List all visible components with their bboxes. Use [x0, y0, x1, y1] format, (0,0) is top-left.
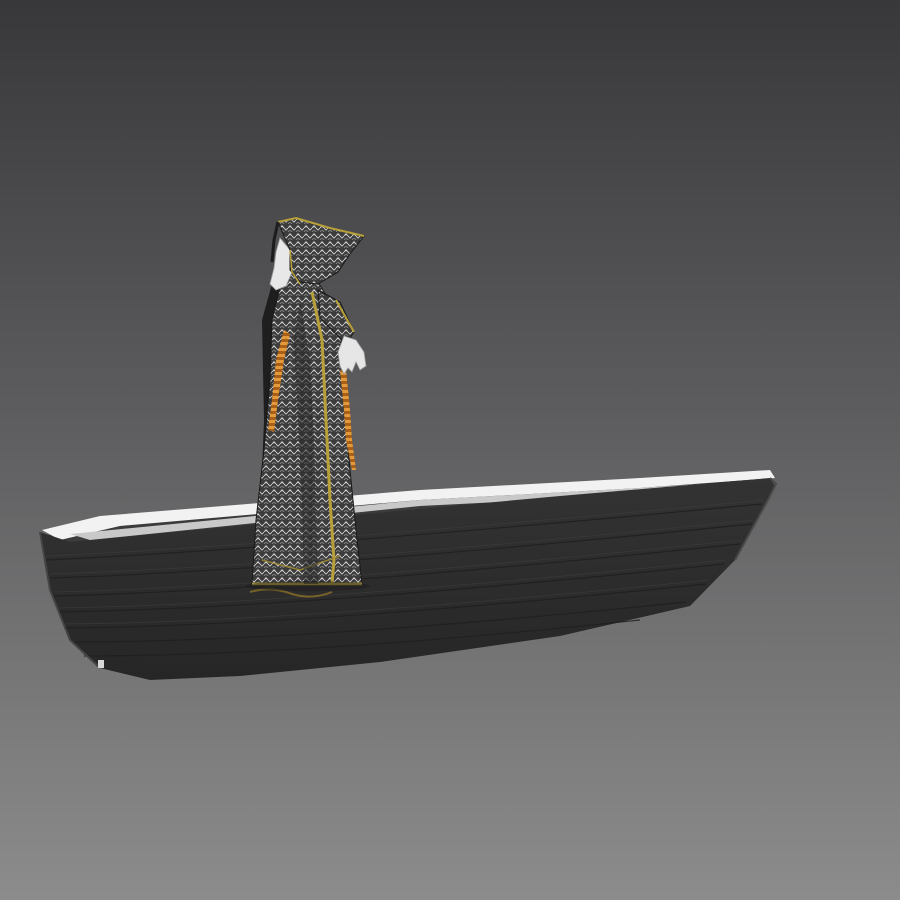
scene-canvas	[0, 0, 900, 900]
figure-shadow	[246, 581, 370, 591]
background	[0, 0, 900, 900]
render-viewport	[0, 0, 900, 900]
stern-plate	[98, 660, 104, 668]
